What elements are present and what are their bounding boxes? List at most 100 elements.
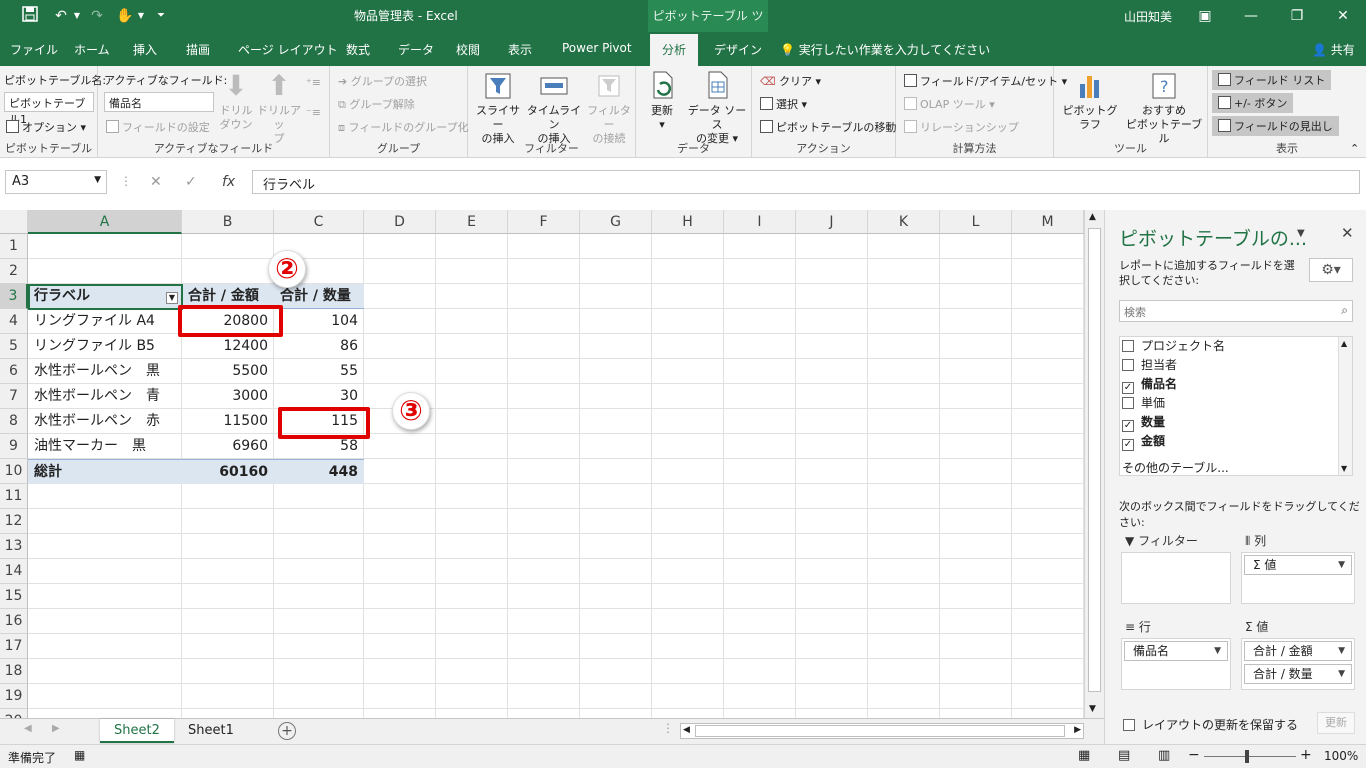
ribbon-display-icon[interactable]: ▣ xyxy=(1182,0,1228,32)
fields-items-sets-button[interactable]: フィールド/アイテム/セット ▾ xyxy=(904,73,1067,89)
group-field-button[interactable]: ⧈ フィールドのグループ化 xyxy=(338,119,469,135)
field-item[interactable]: ✓ 数量 xyxy=(1122,413,1165,432)
field-checkbox[interactable] xyxy=(1122,397,1134,409)
row-header-6[interactable]: 6 xyxy=(0,359,28,384)
pivot-item-name-cell[interactable]: リングファイル A4 xyxy=(28,309,182,334)
group-selection-button[interactable]: ➔ グループの選択 xyxy=(338,73,427,89)
drill-down-button[interactable]: ⬇ ドリル ダウン xyxy=(218,70,254,132)
insert-function-icon[interactable]: fx xyxy=(222,174,235,190)
pane-gear-icon[interactable]: ⚙▾ xyxy=(1309,258,1353,282)
vertical-scroll-thumb[interactable] xyxy=(1088,228,1101,692)
row-header-3[interactable]: 3 xyxy=(0,284,28,309)
defer-update-checkbox[interactable]: レイアウトの更新を保留する xyxy=(1123,716,1298,733)
columns-area[interactable]: Σ 値 ▼ xyxy=(1241,552,1355,604)
tell-me-box[interactable]: 💡 実行したい作業を入力してください xyxy=(780,41,990,58)
pane-close-icon[interactable]: ✕ xyxy=(1341,224,1354,242)
pivot-amount-cell[interactable]: 11500 xyxy=(182,409,274,434)
tab-split-handle[interactable]: ⋮ xyxy=(662,721,674,735)
tab-page-layout[interactable]: ページ レイアウト xyxy=(238,41,338,58)
insert-slicer-button[interactable]: スライサー の挿入 xyxy=(472,70,524,146)
page-layout-view-icon[interactable]: ▤ xyxy=(1118,748,1130,763)
drill-up-button[interactable]: ⬆ ドリルアッ プ xyxy=(256,70,302,146)
vertical-scrollbar[interactable]: ▲ ▼ xyxy=(1084,210,1104,718)
field-checkbox[interactable] xyxy=(1122,340,1134,352)
insert-timeline-button[interactable]: タイムライン の挿入 xyxy=(524,70,584,146)
column-header-d[interactable]: D xyxy=(364,210,436,234)
tab-power-pivot[interactable]: Power Pivot xyxy=(562,41,632,55)
column-header-i[interactable]: I xyxy=(724,210,796,234)
pivot-total-label[interactable]: 総計 xyxy=(28,459,182,484)
row-header-13[interactable]: 13 xyxy=(0,534,28,559)
sheet-tab-sheet1[interactable]: Sheet1 xyxy=(174,719,248,743)
row-header-5[interactable]: 5 xyxy=(0,334,28,359)
macro-record-icon[interactable]: ▦ xyxy=(74,748,85,762)
row-header-1[interactable]: 1 xyxy=(0,234,28,259)
columns-item-values[interactable]: Σ 値 ▼ xyxy=(1244,555,1352,575)
worksheet-grid[interactable]: ABCDEFGHIJKLM 1 2 3 4 5 6 7 8 9 10 11 12 13 14 15 16 17 1… xyxy=(0,210,1104,718)
pivot-chart-button[interactable]: ピボットグラフ xyxy=(1060,70,1120,132)
cancel-entry-icon[interactable]: ✕ xyxy=(150,174,162,190)
refresh-button[interactable]: 更新 ▾ xyxy=(642,70,682,132)
confirm-entry-icon[interactable]: ✓ xyxy=(185,174,197,190)
tab-insert[interactable]: 挿入 xyxy=(133,41,157,58)
row-header-16[interactable]: 16 xyxy=(0,609,28,634)
tab-review[interactable]: 校閲 xyxy=(456,41,480,58)
name-box-dropdown-icon[interactable]: ▼ xyxy=(94,175,101,185)
field-list-scroll-down-icon[interactable]: ▼ xyxy=(1341,464,1347,473)
row-header-12[interactable]: 12 xyxy=(0,509,28,534)
column-header-h[interactable]: H xyxy=(652,210,724,234)
values-item-quantity[interactable]: 合計 / 数量 ▼ xyxy=(1244,664,1352,684)
pivot-item-name-cell[interactable]: リングファイル B5 xyxy=(28,334,182,359)
column-header-f[interactable]: F xyxy=(508,210,580,234)
tab-draw[interactable]: 描画 xyxy=(186,41,210,58)
horizontal-scroll-thumb[interactable] xyxy=(695,725,1065,737)
zoom-in-icon[interactable]: + xyxy=(1300,747,1312,763)
relationships-button[interactable]: リレーションシップ xyxy=(904,119,1019,135)
add-sheet-icon[interactable]: + xyxy=(278,722,296,740)
row-header-15[interactable]: 15 xyxy=(0,584,28,609)
field-checkbox[interactable]: ✓ xyxy=(1122,382,1134,394)
select-button[interactable]: 選択 ▾ xyxy=(760,96,807,112)
row-header-20[interactable]: 20 xyxy=(0,709,28,718)
column-header-e[interactable]: E xyxy=(436,210,508,234)
touch-mode-icon[interactable]: ✋ xyxy=(114,6,136,26)
field-item[interactable]: 単価 xyxy=(1122,394,1165,411)
row-header-10[interactable]: 10 xyxy=(0,459,28,484)
olap-tools-button[interactable]: OLAP ツール ▾ xyxy=(904,96,995,112)
more-tables-link[interactable]: その他のテーブル... xyxy=(1122,459,1229,475)
field-list-scroll-up-icon[interactable]: ▲ xyxy=(1341,339,1347,348)
next-sheet-icon[interactable]: ▶ xyxy=(52,723,60,734)
row-header-4[interactable]: 4 xyxy=(0,309,28,334)
tab-formulas[interactable]: 数式 xyxy=(346,41,370,58)
pivot-quantity-cell[interactable]: 86 xyxy=(274,334,364,359)
zoom-slider[interactable] xyxy=(1204,756,1296,757)
row-header-19[interactable]: 19 xyxy=(0,684,28,709)
collapse-ribbon-icon[interactable]: ⌃ xyxy=(1350,142,1359,155)
tab-file[interactable]: ファイル xyxy=(10,41,58,58)
select-all-corner[interactable] xyxy=(0,210,28,234)
formula-input[interactable]: 行ラベル xyxy=(252,170,1360,194)
clear-button[interactable]: ⌫ クリア ▾ xyxy=(760,73,821,89)
close-icon[interactable]: ✕ xyxy=(1320,0,1366,32)
collapse-field-icon[interactable]: ⁻≡ xyxy=(306,106,321,119)
pivot-total-amount[interactable]: 60160 xyxy=(182,459,274,484)
pivot-item-name-cell[interactable]: 水性ボールペン 黒 xyxy=(28,359,182,384)
options-button[interactable]: オプション ▾ xyxy=(6,119,86,135)
customize-qat-icon[interactable]: ⏷ xyxy=(154,6,168,26)
tab-data[interactable]: データ xyxy=(398,41,434,58)
row-header-8[interactable]: 8 xyxy=(0,409,28,434)
rows-item-item-name[interactable]: 備品名 ▼ xyxy=(1124,641,1228,661)
plus-minus-buttons-toggle[interactable]: +/- ボタン xyxy=(1212,93,1294,113)
tab-design[interactable]: デザイン xyxy=(714,41,762,58)
field-checkbox[interactable]: ✓ xyxy=(1122,439,1134,451)
pivot-item-name-cell[interactable]: 油性マーカー 黒 xyxy=(28,434,182,459)
field-headers-toggle[interactable]: フィールドの見出し xyxy=(1212,116,1339,136)
field-item[interactable]: 担当者 xyxy=(1122,356,1177,373)
expand-field-icon[interactable]: ⁺≡ xyxy=(306,76,321,89)
rows-area[interactable]: 備品名 ▼ xyxy=(1121,638,1231,690)
share-button[interactable]: 👤 共有 xyxy=(1312,41,1355,58)
pivot-quantity-cell[interactable]: 55 xyxy=(274,359,364,384)
restore-icon[interactable]: ❐ xyxy=(1274,0,1320,32)
pivot-name-input[interactable]: ピボットテーブル1 xyxy=(4,92,94,126)
pivot-item-name-cell[interactable]: 水性ボールペン 赤 xyxy=(28,409,182,434)
